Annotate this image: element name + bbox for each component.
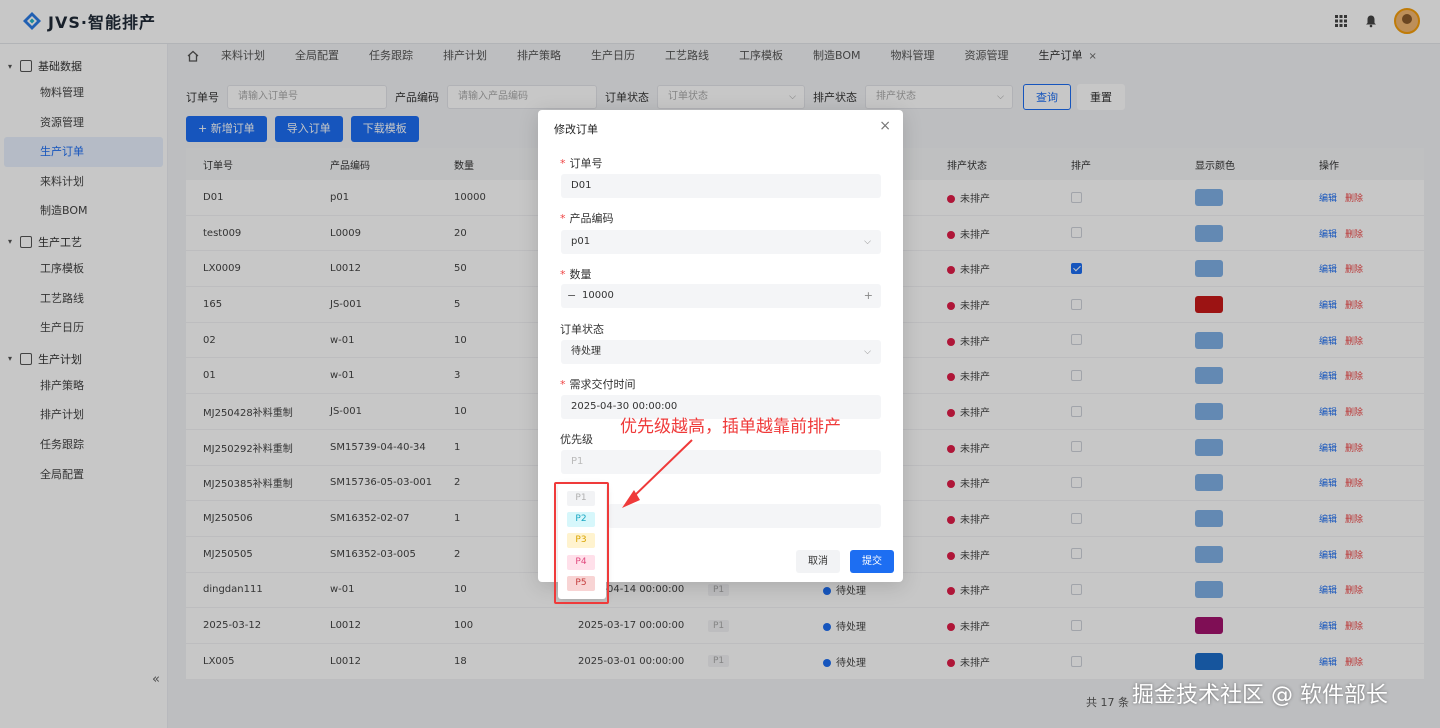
status-field[interactable]: 待处理 ⌵: [561, 340, 881, 364]
annotation-text: 优先级越高，插单越靠前排产: [620, 417, 841, 437]
chevron-down-icon: ⌵: [864, 237, 871, 247]
annotation-highlight-box: [554, 482, 609, 604]
order-no-field[interactable]: D01: [561, 174, 881, 198]
dialog-title: 修改订单: [554, 123, 598, 136]
status-field-label: 订单状态: [560, 323, 604, 336]
extra-field[interactable]: [608, 504, 881, 528]
close-icon[interactable]: ×: [879, 118, 891, 134]
order-no-field-label: * 订单号: [560, 157, 603, 170]
plus-icon[interactable]: +: [864, 284, 873, 308]
priority-field-label: 优先级: [560, 433, 593, 446]
priority-select[interactable]: P1: [561, 450, 881, 474]
product-field-value: p01: [571, 236, 591, 247]
status-field-value: 待处理: [571, 346, 601, 357]
submit-button[interactable]: 提交: [850, 550, 894, 573]
product-field-label: * 产品编码: [560, 212, 614, 225]
chevron-down-icon: ⌵: [864, 347, 871, 357]
cancel-button[interactable]: 取消: [796, 550, 840, 573]
due-field-label: * 需求交付时间: [560, 378, 636, 391]
watermark: 掘金技术社区 @ 软件部长: [1132, 683, 1388, 708]
quantity-stepper[interactable]: − 10000 +: [561, 284, 881, 308]
minus-icon[interactable]: −: [567, 284, 576, 308]
product-field[interactable]: p01 ⌵: [561, 230, 881, 254]
qty-value: 10000: [582, 290, 614, 301]
qty-field-label: * 数量: [560, 268, 592, 281]
